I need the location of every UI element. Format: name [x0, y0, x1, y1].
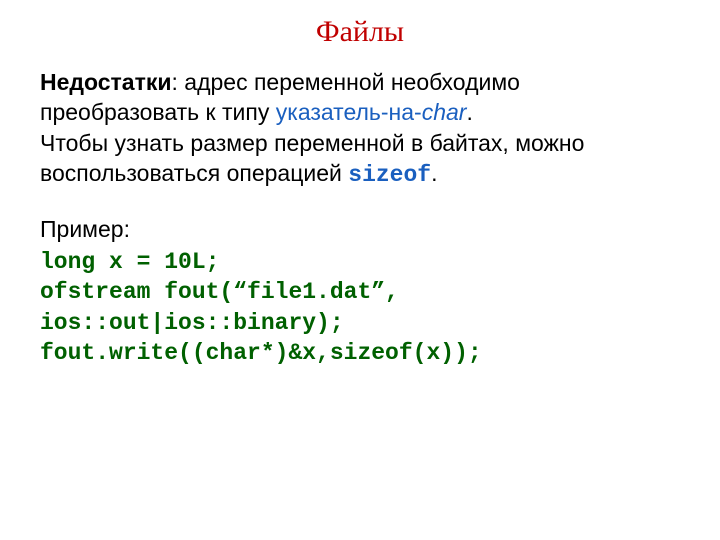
code-line: fout.write((char*)&x,sizeof(x)); — [40, 340, 482, 366]
text-segment: . — [466, 99, 472, 125]
text-segment: Чтобы узнать размер переменной в байтах,… — [40, 130, 584, 186]
page-title: Файлы — [40, 15, 680, 49]
text-segment: . — [431, 160, 437, 186]
code-line: ios::out|ios::binary); — [40, 310, 344, 336]
type-link: указатель-на-char — [276, 99, 467, 125]
example-label: Пример: — [40, 214, 680, 244]
disadvantages-label: Недостатки — [40, 69, 172, 95]
paragraph-disadvantages: Недостатки: адрес переменной необходимо … — [40, 67, 680, 190]
code-line: long x = 10L; — [40, 249, 219, 275]
code-line: ofstream fout(“file1.dat”, — [40, 279, 399, 305]
text-segment: указатель-на- — [276, 99, 422, 125]
code-example: long x = 10L; ofstream fout(“file1.dat”,… — [40, 247, 680, 368]
sizeof-keyword: sizeof — [348, 162, 431, 188]
text-italic: char — [422, 99, 467, 125]
